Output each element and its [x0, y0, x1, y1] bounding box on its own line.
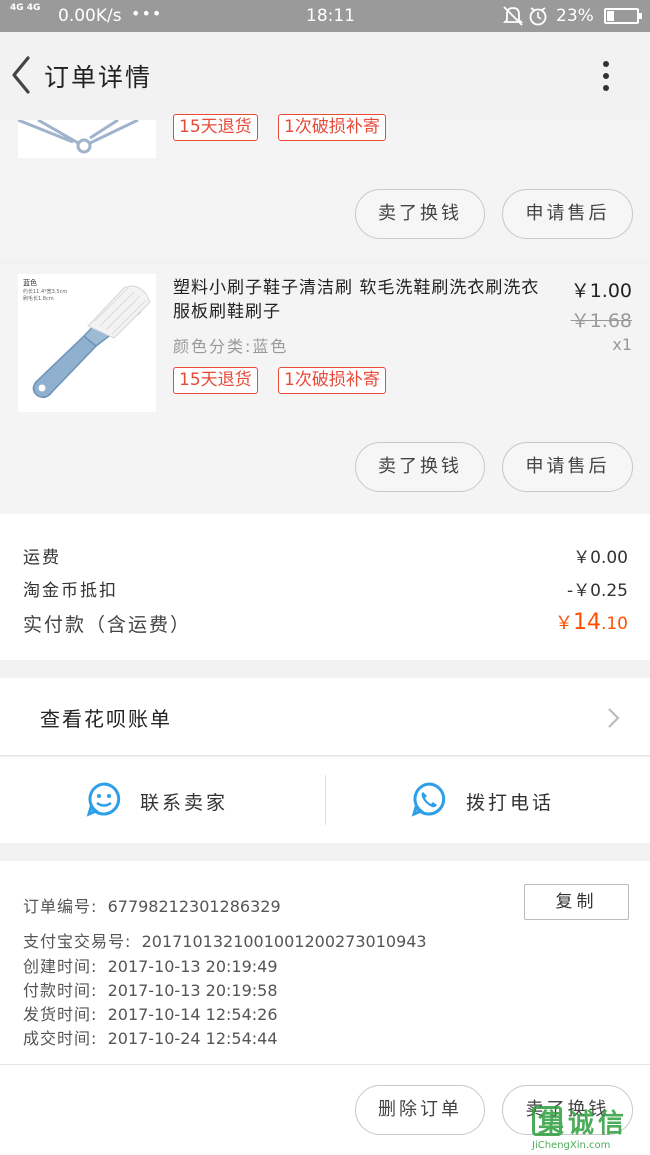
back-arrow-icon[interactable]	[6, 52, 36, 98]
status-bar: 4G 4G 0.00K/s ••• 18:11 23%	[0, 0, 650, 32]
product-thumbnail[interactable]: 蓝色 约长11.4*宽3.5cm 刷毛长1.8cm	[18, 274, 156, 412]
paid-currency: ￥	[554, 613, 573, 634]
order-number: 67798212301286329	[107, 897, 281, 916]
order-item: 蓝色 约长11.4*宽3.5cm 刷毛长1.8cm 塑料小刷子鞋子清洁刷 软毛洗…	[0, 264, 650, 514]
shipping-value: ￥0.00	[573, 548, 628, 568]
sell-button[interactable]: 卖了换钱	[355, 442, 485, 492]
huabei-bill-label: 查看花呗账单	[40, 707, 172, 731]
completed-time: 2017-10-24 12:54:44	[107, 1029, 278, 1048]
product-title[interactable]: 塑料小刷子鞋子清洁刷 软毛洗鞋刷洗衣刷洗衣服板刷鞋刷子	[173, 276, 553, 324]
shipping-label: 运费	[23, 548, 61, 568]
shipped-label: 发货时间:	[23, 1005, 98, 1024]
order-info: 订单编号: 67798212301286329 复制 支付宝交易号: 20171…	[0, 861, 650, 1064]
delete-order-button[interactable]: 删除订单	[355, 1085, 485, 1135]
shipped-row: 发货时间: 2017-10-14 12:54:26	[23, 1001, 278, 1025]
created-time: 2017-10-13 20:19:49	[107, 957, 278, 976]
brush-image	[32, 285, 151, 399]
paid-total-value: ￥14.10	[555, 609, 628, 635]
product-sku: 颜色分类:蓝色	[173, 337, 289, 356]
order-number-label: 订单编号:	[23, 897, 98, 916]
call-phone-button[interactable]: 拨打电话	[326, 757, 650, 843]
watermark-text: 集诚信	[538, 1109, 629, 1139]
chevron-right-icon	[608, 708, 620, 728]
mute-icon	[502, 6, 547, 26]
phone-icon	[411, 782, 446, 817]
drying-rack-image	[18, 120, 139, 154]
return-policy-tag: 15天退货	[173, 367, 258, 394]
copy-button[interactable]: 复制	[524, 884, 629, 920]
paid-row: 付款时间: 2017-10-13 20:19:58	[23, 977, 278, 1001]
nav-bar: 订单详情	[0, 32, 650, 120]
contact-seller-button[interactable]: 联系卖家	[0, 757, 325, 843]
huabei-bill-row[interactable]: 查看花呗账单	[0, 678, 650, 756]
damage-policy-tag: 1次破损补寄	[278, 114, 386, 141]
notification-dots: •••	[131, 4, 163, 23]
product-quantity: x1	[612, 335, 632, 354]
paid-time: 2017-10-13 20:19:58	[107, 981, 278, 1000]
battery-percent: 23%	[556, 6, 594, 26]
mute-alarm-icons	[502, 5, 551, 32]
network-indicator: 4G 4G	[10, 3, 41, 13]
coin-discount-value: -￥0.25	[567, 581, 628, 601]
paid-total-label: 实付款（含运费）	[23, 614, 192, 636]
order-item: 15天退货 1次破损补寄 卖了换钱 申请售后	[0, 114, 650, 258]
alipay-row: 支付宝交易号: 2017101321001001200273010943	[23, 928, 427, 952]
product-price: ￥1.00	[570, 280, 632, 302]
shipped-time: 2017-10-14 12:54:26	[107, 1005, 278, 1024]
call-phone-label: 拨打电话	[466, 792, 555, 814]
more-options-icon[interactable]	[594, 56, 618, 96]
created-label: 创建时间:	[23, 957, 98, 976]
alipay-label: 支付宝交易号:	[23, 932, 132, 951]
network-speed: 0.00K/s	[58, 6, 122, 26]
completed-label: 成交时间:	[23, 1029, 98, 1048]
paid-integer: 14	[572, 610, 601, 635]
chat-bubble-icon	[86, 782, 121, 817]
battery-icon	[604, 8, 642, 24]
original-price: ￥1.68	[570, 310, 632, 332]
return-policy-tag: 15天退货	[173, 114, 258, 141]
created-row: 创建时间: 2017-10-13 20:19:49	[23, 953, 278, 977]
page-title: 订单详情	[44, 63, 153, 92]
order-number-row: 订单编号: 67798212301286329	[23, 893, 281, 917]
coin-discount-label: 淘金币抵扣	[23, 581, 118, 601]
completed-row: 成交时间: 2017-10-24 12:54:44	[23, 1025, 278, 1049]
after-sale-button[interactable]: 申请售后	[502, 442, 633, 492]
contact-bar: 联系卖家 拨打电话	[0, 757, 650, 843]
price-summary: 运费 ￥0.00 淘金币抵扣 -￥0.25 实付款（含运费） ￥14.10	[0, 514, 650, 660]
site-watermark: 集诚信 JiChengXin.com	[532, 1106, 648, 1152]
paid-label: 付款时间:	[23, 981, 98, 1000]
damage-policy-tag: 1次破损补寄	[278, 367, 386, 394]
battery-level	[607, 11, 614, 21]
product-thumbnail[interactable]	[18, 120, 156, 158]
contact-seller-label: 联系卖家	[140, 792, 229, 814]
after-sale-button[interactable]: 申请售后	[502, 189, 633, 239]
watermark-url: JiChengXin.com	[532, 1140, 611, 1151]
status-time: 18:11	[306, 6, 355, 26]
sell-button[interactable]: 卖了换钱	[355, 189, 485, 239]
alipay-number: 2017101321001001200273010943	[141, 932, 427, 951]
paid-decimal: .10	[600, 614, 628, 634]
